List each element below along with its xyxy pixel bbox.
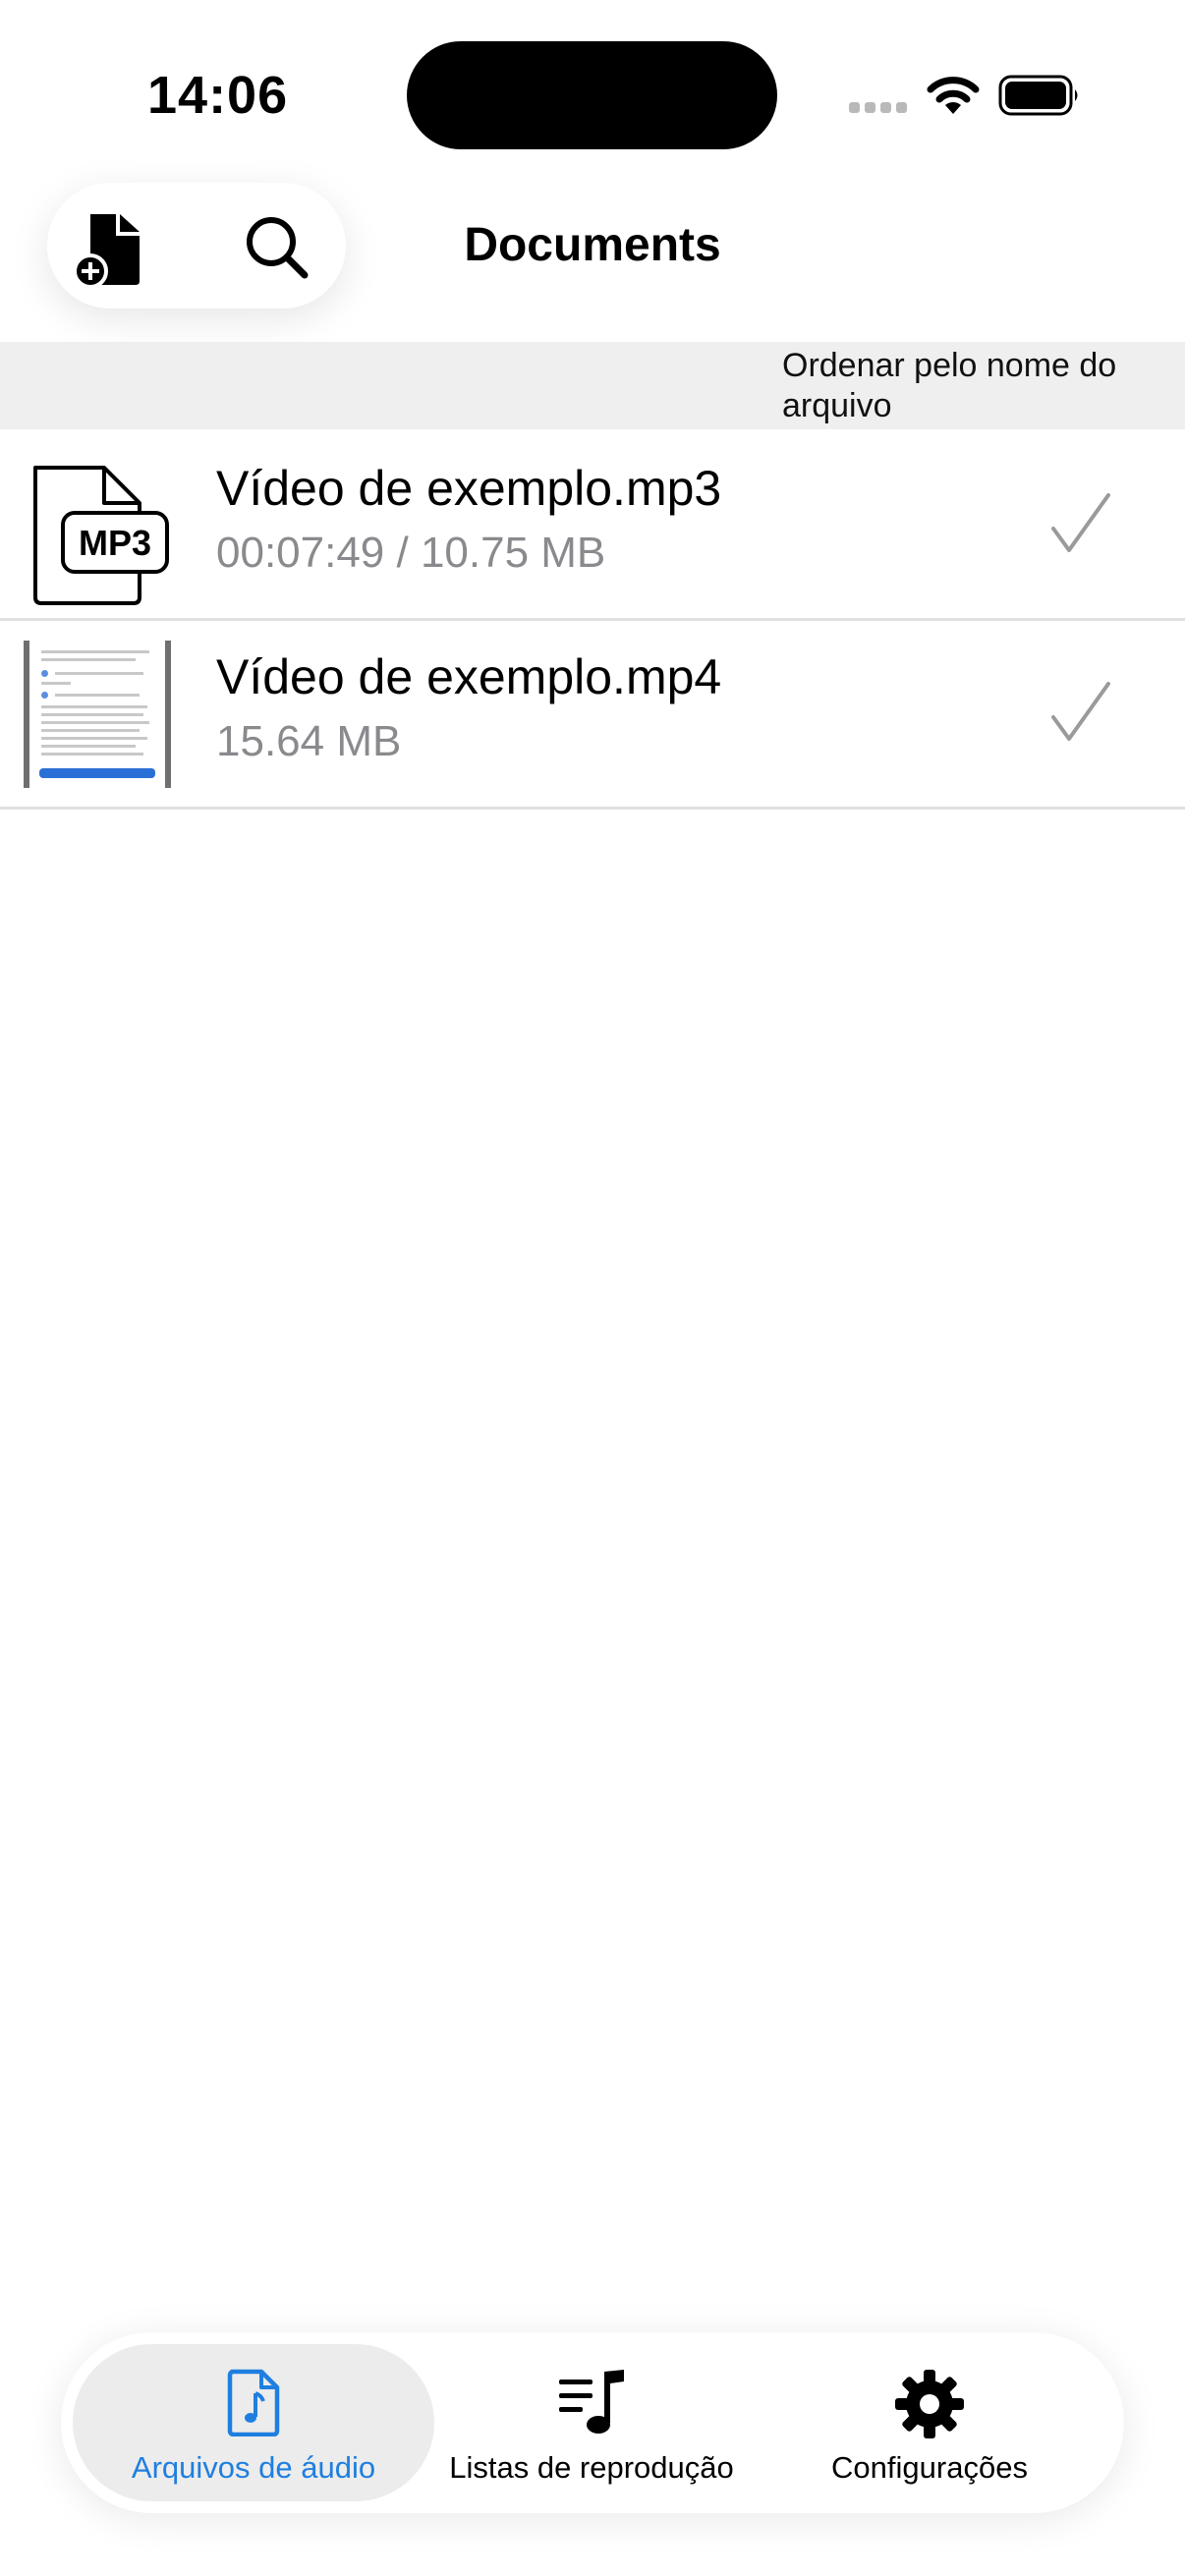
checkmark-icon[interactable]: [1047, 678, 1116, 747]
gear-icon: [895, 2370, 964, 2438]
tab-label: Configurações: [831, 2450, 1028, 2485]
sort-button[interactable]: Ordenar pelo nome do arquivo: [782, 346, 1156, 426]
tab-settings[interactable]: Configurações: [798, 2344, 1061, 2501]
battery-icon: [998, 75, 1078, 116]
add-document-button[interactable]: [63, 204, 151, 293]
checkmark-icon[interactable]: [1047, 489, 1116, 558]
file-row[interactable]: Vídeo de exemplo.mp4 15.64 MB: [0, 619, 1185, 810]
wifi-icon: [927, 77, 980, 114]
file-name: Vídeo de exemplo.mp3: [216, 461, 722, 516]
tab-label: Listas de reprodução: [449, 2450, 734, 2485]
tab-label: Arquivos de áudio: [131, 2450, 376, 2485]
add-document-icon: [73, 214, 140, 289]
search-icon: [247, 217, 309, 279]
search-button[interactable]: [234, 204, 322, 293]
tab-audio-files[interactable]: Arquivos de áudio: [73, 2344, 434, 2501]
video-thumbnail: [24, 641, 171, 788]
mp3-file-icon: MP3: [33, 466, 169, 605]
file-meta: 15.64 MB: [216, 717, 402, 765]
file-row[interactable]: MP3 Vídeo de exemplo.mp3 00:07:49 / 10.7…: [0, 430, 1185, 621]
file-meta: 00:07:49 / 10.75 MB: [216, 529, 606, 577]
tab-playlists[interactable]: Listas de reprodução: [434, 2344, 749, 2501]
page-title: Documents: [464, 219, 721, 271]
audio-file-icon: [227, 2369, 280, 2436]
dynamic-island: [407, 41, 777, 149]
file-name: Vídeo de exemplo.mp4: [216, 649, 722, 704]
cellular-signal-icon: [849, 102, 907, 113]
svg-text:MP3: MP3: [79, 523, 151, 563]
status-time: 14:06: [147, 66, 289, 125]
playlist-icon: [559, 2370, 624, 2434]
